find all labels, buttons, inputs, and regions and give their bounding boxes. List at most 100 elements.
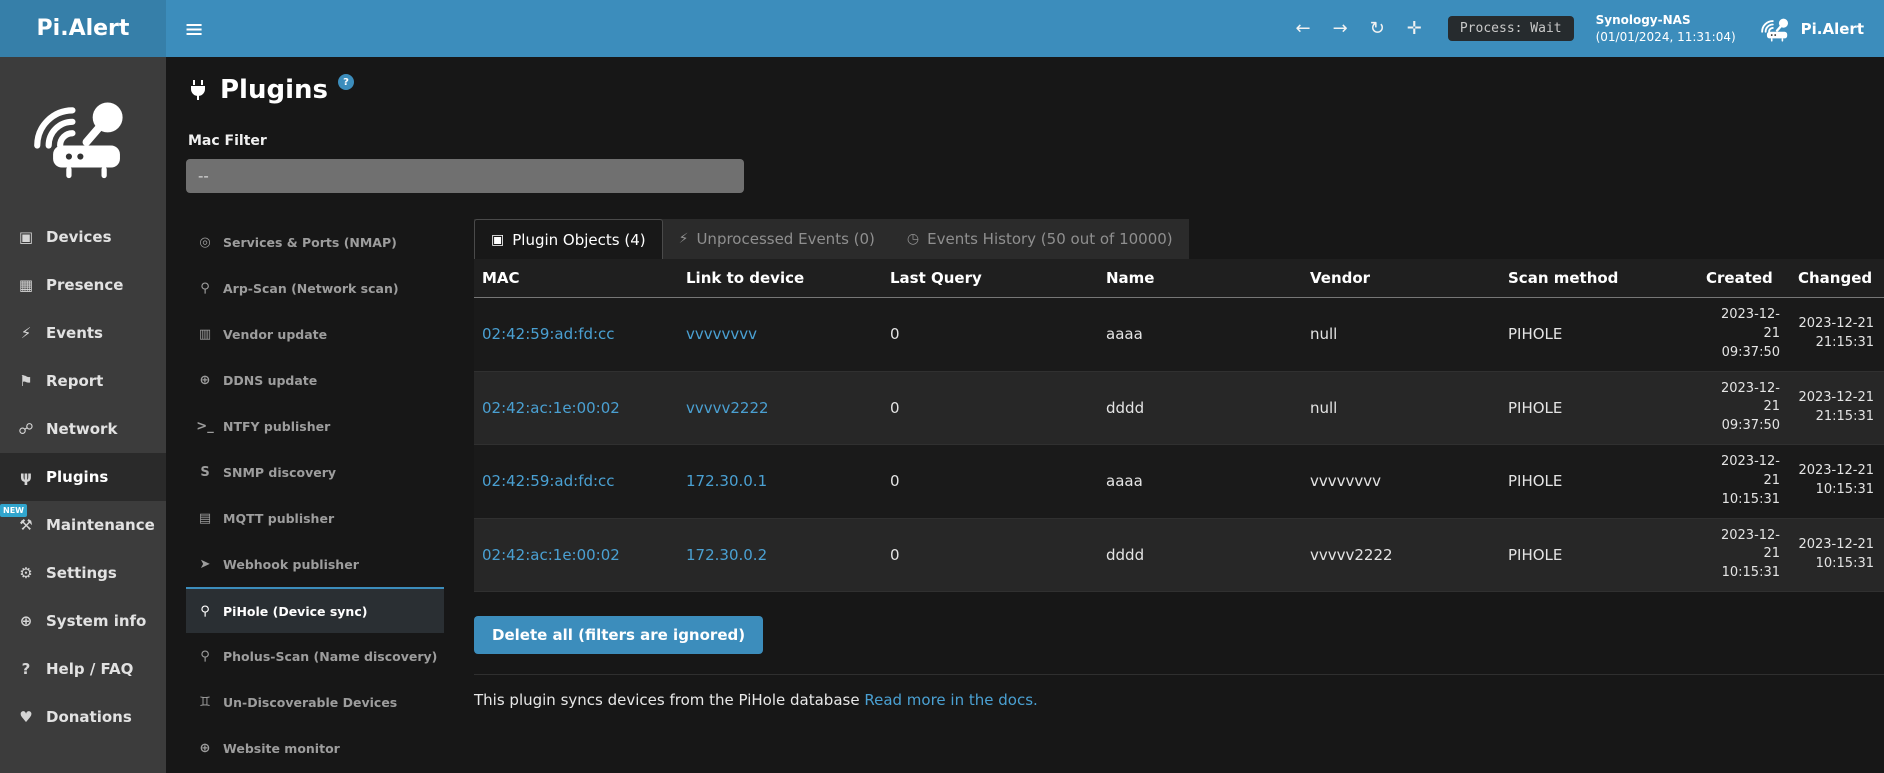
sidebar-item-system-info[interactable]: ⊕System info xyxy=(0,597,166,645)
sidebar-item-donations[interactable]: ♥Donations xyxy=(0,693,166,741)
vendor-cell: vvvvv2222 xyxy=(1302,538,1500,572)
sidebar-item-presence[interactable]: ▦Presence xyxy=(0,261,166,309)
plugin-nav-item-un-discoverable-devices[interactable]: ♊ Un-Discoverable Devices xyxy=(186,679,444,725)
clock-icon: ◷ xyxy=(907,231,919,247)
move-icon[interactable]: ✛ xyxy=(1407,20,1422,38)
globe-icon: ⊕ xyxy=(16,612,36,630)
mac-filter-input[interactable] xyxy=(186,159,744,193)
bolt-icon: ⚡ xyxy=(679,231,689,247)
changed-cell: 2023-12-21 10:15:31 xyxy=(1790,528,1884,582)
forward-icon[interactable]: → xyxy=(1333,20,1348,38)
calendar-icon: ▦ xyxy=(16,276,36,294)
device-link[interactable]: vvvvv2222 xyxy=(678,391,882,425)
help-badge[interactable]: ? xyxy=(338,74,354,90)
tab-events-history-50-out-of-10000[interactable]: ◷ Events History (50 out of 10000) xyxy=(891,219,1189,259)
monitor-icon: ▣ xyxy=(16,228,36,246)
column-header-changed: Changed xyxy=(1790,259,1884,297)
plugin-description: This plugin syncs devices from the PiHol… xyxy=(474,674,1884,709)
plugin-nav-label: Pholus-Scan (Name discovery) xyxy=(223,649,437,664)
last-query-cell: 0 xyxy=(882,538,1098,572)
docs-link[interactable]: Read more in the docs. xyxy=(864,691,1037,709)
column-header-scan-method: Scan method xyxy=(1500,259,1698,297)
host-info: Synology-NAS (01/01/2024, 11:31:04) xyxy=(1596,12,1736,44)
table-row: 02:42:59:ad:fd:cc172.30.0.10aaaavvvvvvvv… xyxy=(474,445,1884,519)
tab-plugin-objects-4[interactable]: ▣Plugin Objects (4) xyxy=(474,219,663,259)
plugin-nav-label: PiHole (Device sync) xyxy=(223,604,367,619)
tab-label: Plugin Objects (4) xyxy=(512,231,645,249)
plugins-nav: ◎Services & Ports (NMAP)⚲Arp-Scan (Netwo… xyxy=(186,219,444,771)
created-cell: 2023-12-21 09:37:50 xyxy=(1698,372,1790,445)
mac-link[interactable]: 02:42:59:ad:fd:cc xyxy=(474,464,678,498)
sidebar-item-events[interactable]: ⚡Events xyxy=(0,309,166,357)
host-name: Synology-NAS xyxy=(1596,12,1736,28)
sidebar-item-help-faq[interactable]: ?Help / FAQ xyxy=(0,645,166,693)
changed-cell: 2023-12-21 10:15:31 xyxy=(1790,454,1884,508)
sidebar-item-network[interactable]: ☍Network xyxy=(0,405,166,453)
device-link[interactable]: 172.30.0.2 xyxy=(678,538,882,572)
plugin-nav-item-mqtt-publisher[interactable]: ▤MQTT publisher xyxy=(186,495,444,541)
created-cell: 2023-12-21 10:15:31 xyxy=(1698,445,1790,518)
plugin-nav-item-pholus-scan-name-discovery[interactable]: ⚲ Pholus-Scan (Name discovery) xyxy=(186,633,444,679)
scan-method-cell: PIHOLE xyxy=(1500,317,1698,351)
device-link[interactable]: vvvvvvvv xyxy=(678,317,882,351)
topbar-main: ≡ ← → ↻ ✛ Process: Wait Synology-NAS (01… xyxy=(166,0,1884,57)
plugin-nav-item-pihole-device-sync[interactable]: ⚲PiHole (Device sync) xyxy=(186,587,444,633)
sidebar-item-label: Settings xyxy=(46,564,117,582)
mac-link[interactable]: 02:42:59:ad:fd:cc xyxy=(474,317,678,351)
plugin-nav-label: DDNS update xyxy=(223,373,317,388)
back-icon[interactable]: ← xyxy=(1295,20,1310,38)
scan-method-cell: PIHOLE xyxy=(1500,538,1698,572)
plugin-nav-item-ddns-update[interactable]: ⊕ DDNS update xyxy=(186,357,444,403)
globe-icon: ⊕ xyxy=(196,373,214,388)
plugin-nav-item-vendor-update[interactable]: ▥Vendor update xyxy=(186,311,444,357)
app-name: Pi.Alert xyxy=(1801,20,1864,38)
gear-icon: ⚙ xyxy=(16,564,36,582)
sidebar-item-settings[interactable]: ⚙ Settings xyxy=(0,549,166,597)
host-timestamp: (01/01/2024, 11:31:04) xyxy=(1596,29,1736,45)
column-header-name: Name xyxy=(1098,259,1302,297)
plugin-panel: ▣Plugin Objects (4)⚡Unprocessed Events (… xyxy=(474,219,1884,771)
plugin-nav-item-ntfy-publisher[interactable]: >_ NTFY publisher xyxy=(186,403,444,449)
sidebar-item-plugins[interactable]: ψPlugins xyxy=(0,453,166,501)
search-icon: ⚲ xyxy=(196,649,214,664)
plugin-nav-item-arp-scan-network-scan[interactable]: ⚲Arp-Scan (Network scan) xyxy=(186,265,444,311)
app-shell: ▣Devices▦Presence⚡Events⚑Report☍Networkψ… xyxy=(0,57,1884,773)
plugin-nav-item-services-ports-nmap[interactable]: ◎Services & Ports (NMAP) xyxy=(186,219,444,265)
table-body: 02:42:59:ad:fd:ccvvvvvvvv0aaaanullPIHOLE… xyxy=(474,298,1884,592)
sidebar-item-report[interactable]: ⚑Report xyxy=(0,357,166,405)
refresh-icon[interactable]: ↻ xyxy=(1370,20,1385,38)
plugin-nav-item-website-monitor[interactable]: ⊕Website monitor xyxy=(186,725,444,771)
page-title-text: Plugins xyxy=(220,75,328,105)
sidebar-item-label: Donations xyxy=(46,708,132,726)
page-header: Plugins ? xyxy=(186,75,1884,105)
globe-icon: ⊕ xyxy=(196,741,214,756)
sidebar-item-label: Events xyxy=(46,324,103,342)
column-header-link-to-device: Link to device xyxy=(678,259,882,297)
terminal-icon: >_ xyxy=(196,419,214,434)
table-header-row: MACLink to deviceLast QueryNameVendorSca… xyxy=(474,259,1884,298)
plugin-nav-item-snmp-discovery[interactable]: SSNMP discovery xyxy=(186,449,444,495)
menu-icon[interactable]: ≡ xyxy=(166,15,222,43)
plugin-nav-label: Un-Discoverable Devices xyxy=(223,695,397,710)
plugin-nav-label: Vendor update xyxy=(223,327,327,342)
plugin-nav-item-webhook-publisher[interactable]: ➤Webhook publisher xyxy=(186,541,444,587)
last-query-cell: 0 xyxy=(882,464,1098,498)
plugin-nav-label: NTFY publisher xyxy=(223,419,330,434)
plugin-nav-label: Services & Ports (NMAP) xyxy=(223,235,397,250)
mac-link[interactable]: 02:42:ac:1e:00:02 xyxy=(474,538,678,572)
sidebar-item-label: Maintenance xyxy=(46,516,155,534)
binoculars-icon: ♊ xyxy=(196,695,214,710)
sidebar-item-devices[interactable]: ▣Devices xyxy=(0,213,166,261)
plugin-nav-label: MQTT publisher xyxy=(223,511,334,526)
device-link[interactable]: 172.30.0.1 xyxy=(678,464,882,498)
brand-logo[interactable]: Pi.Alert xyxy=(0,0,166,57)
delete-all-button[interactable]: Delete all (filters are ignored) xyxy=(474,616,763,654)
paper-plane-icon: ➤ xyxy=(196,557,214,572)
tab-label: Events History (50 out of 10000) xyxy=(927,230,1173,248)
table-row: 02:42:59:ad:fd:ccvvvvvvvv0aaaanullPIHOLE… xyxy=(474,298,1884,372)
mac-link[interactable]: 02:42:ac:1e:00:02 xyxy=(474,391,678,425)
sidebar-item-maintenance[interactable]: ⚒MaintenanceNEW xyxy=(0,501,166,549)
plugin-nav-label: SNMP discovery xyxy=(223,465,336,480)
sidebar-item-label: Report xyxy=(46,372,103,390)
tab-unprocessed-events-0[interactable]: ⚡Unprocessed Events (0) xyxy=(663,219,891,259)
